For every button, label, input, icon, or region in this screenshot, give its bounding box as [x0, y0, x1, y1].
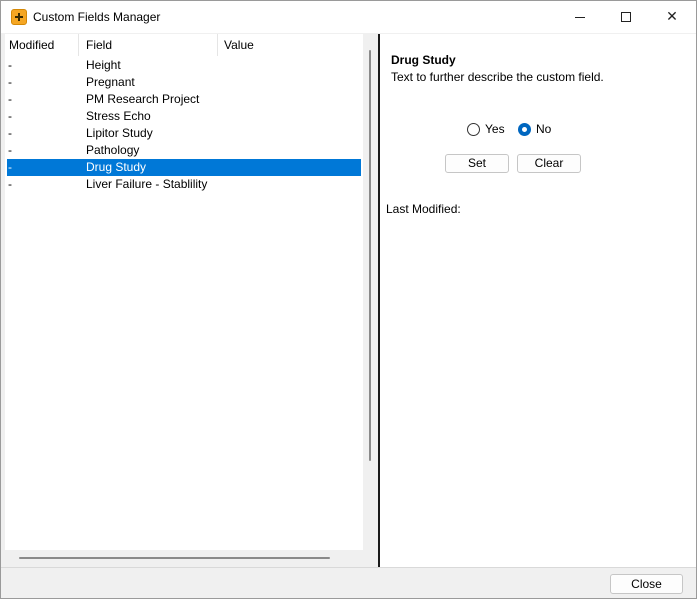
list-item[interactable]: - Lipitor Study [5, 125, 361, 142]
column-header-modified[interactable]: Modified [5, 34, 79, 56]
clear-button[interactable]: Clear [517, 154, 581, 173]
custom-fields-list[interactable]: Modified Field Value - Height - Pregnant - PM… [5, 34, 363, 551]
list-item[interactable]: - Height [5, 57, 361, 74]
cell-modified: - [8, 75, 12, 89]
close-window-button[interactable]: ✕ [649, 1, 695, 33]
window-title: Custom Fields Manager [33, 10, 161, 24]
radio-no-circle[interactable] [518, 122, 531, 136]
radio-yes-circle[interactable] [467, 122, 480, 136]
cell-modified: - [8, 126, 12, 140]
cell-field: Pathology [86, 143, 140, 157]
list-rows: - Height - Pregnant - PM Research Project - Str… [5, 57, 363, 193]
cell-modified: - [8, 109, 12, 123]
cell-modified: - [8, 160, 12, 174]
cell-field: PM Research Project [86, 92, 200, 106]
vertical-scroll-thumb[interactable] [369, 50, 371, 461]
close-icon: ✕ [666, 9, 678, 25]
column-header-value[interactable]: Value [218, 34, 363, 56]
cell-modified: - [8, 92, 12, 106]
radio-yes-label: Yes [485, 122, 505, 136]
app-plus-icon [11, 9, 27, 25]
field-title: Drug Study [391, 53, 456, 67]
vertical-scrollbar[interactable] [363, 34, 377, 564]
custom-fields-manager-window: Custom Fields Manager ✕ Modified Field V… [0, 0, 697, 599]
cell-field: Height [86, 58, 121, 72]
radio-no-label: No [536, 122, 552, 136]
minimize-button[interactable] [557, 1, 603, 33]
list-item[interactable]: - Pathology [5, 142, 361, 159]
list-item[interactable]: - Pregnant [5, 74, 361, 91]
field-detail-panel: Drug Study Text to further describe the … [380, 34, 696, 567]
cell-field: Stress Echo [86, 109, 151, 123]
horizontal-scrollbar[interactable] [5, 550, 363, 564]
field-description: Text to further describe the custom fiel… [391, 70, 604, 84]
list-item[interactable]: - Liver Failure - Stablility [5, 176, 361, 193]
title-bar[interactable]: Custom Fields Manager ✕ [1, 1, 696, 33]
cell-field: Pregnant [86, 75, 135, 89]
cell-field: Liver Failure - Stablility [86, 177, 208, 191]
minimize-icon [575, 16, 585, 18]
horizontal-scroll-thumb[interactable] [19, 557, 330, 559]
cell-modified: - [8, 177, 12, 191]
close-button[interactable]: Close [610, 574, 683, 594]
list-item[interactable]: - Stress Echo [5, 108, 361, 125]
column-header-field[interactable]: Field [79, 34, 218, 56]
list-item[interactable]: - Drug Study [7, 159, 361, 176]
list-item[interactable]: - PM Research Project [5, 91, 361, 108]
dialog-footer: Close [1, 567, 696, 598]
radio-no[interactable]: No [518, 122, 551, 136]
set-button[interactable]: Set [445, 154, 509, 173]
cell-modified: - [8, 58, 12, 72]
maximize-button[interactable] [603, 1, 649, 33]
radio-yes[interactable]: Yes [467, 122, 505, 136]
cell-field: Lipitor Study [86, 126, 153, 140]
cell-modified: - [8, 143, 12, 157]
maximize-icon [621, 12, 631, 22]
cell-field: Drug Study [86, 160, 147, 174]
last-modified-label: Last Modified: [386, 202, 461, 216]
